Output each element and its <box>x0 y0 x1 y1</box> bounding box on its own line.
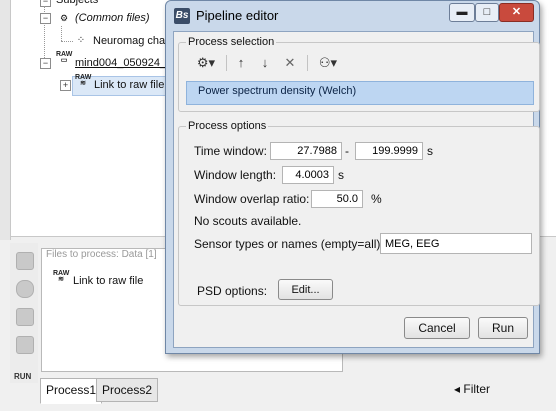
process-selection-label: Process selection <box>186 36 277 48</box>
run-button[interactable]: Run <box>478 317 528 339</box>
matrix-filter-icon[interactable] <box>16 336 34 354</box>
tree-expander-common[interactable]: − <box>40 13 51 24</box>
add-process-gear-icon[interactable]: ⚙▾ <box>193 52 219 74</box>
psd-edit-button[interactable]: Edit... <box>278 279 333 300</box>
tree-item-subject-folder[interactable]: mind004_050924_r <box>75 54 170 72</box>
tab-process1[interactable]: Process1 <box>40 378 103 404</box>
process-toolbar: ⚙▾ ↑ ↓ ✕ ⚇▾ <box>193 52 533 76</box>
psd-options-label: PSD options: <box>197 284 268 298</box>
tree-expander-raw[interactable]: + <box>60 80 71 91</box>
move-down-icon[interactable]: ↓ <box>257 52 273 74</box>
time-window-dash: - <box>345 144 349 158</box>
tree-expander-root[interactable]: − <box>40 0 51 7</box>
tree-item-common-files[interactable]: (Common files) <box>75 9 150 27</box>
dialog-title: Pipeline editor <box>196 8 279 23</box>
timefreq-filter-icon[interactable] <box>16 308 34 326</box>
move-up-icon[interactable]: ↑ <box>233 52 249 74</box>
overlap-unit: % <box>371 192 382 206</box>
filter-label: Filter <box>463 382 491 396</box>
toolbar-separator <box>226 55 227 71</box>
folder-common-icon: ⚙ <box>59 13 69 23</box>
delete-process-icon[interactable]: ✕ <box>282 52 298 74</box>
toolbar-separator <box>307 55 308 71</box>
data-filter-icon[interactable] <box>16 252 34 270</box>
window-length-unit: s <box>338 168 344 182</box>
pipeline-tree-icon[interactable]: ⚇▾ <box>315 52 341 74</box>
process-item-psd-welch[interactable]: Power spectrum density (Welch) <box>198 85 356 97</box>
dialog-titlebar[interactable]: Bs Pipeline editor ▬ □ ✕ <box>166 1 539 31</box>
tree-item-raw-link[interactable]: Link to raw file <box>94 76 164 94</box>
raw-folder-icon: RAW ▭ <box>56 51 73 64</box>
files-item-raw-link[interactable]: Link to raw file <box>73 275 143 287</box>
tree-root-label[interactable]: Subjects <box>56 0 98 9</box>
window-length-input[interactable] <box>282 166 334 184</box>
sensor-types-label: Sensor types or names (empty=all): <box>194 237 384 251</box>
scouts-status-text: No scouts available. <box>194 214 302 228</box>
brainstorm-app-icon: Bs <box>174 8 190 24</box>
filter-button[interactable]: ◂ Filter <box>454 382 490 396</box>
window-length-label: Window length: <box>194 168 277 182</box>
maximize-button[interactable]: □ <box>475 3 499 22</box>
sensor-types-input[interactable] <box>380 233 532 254</box>
overlap-input[interactable] <box>311 190 363 208</box>
cancel-button[interactable]: Cancel <box>404 317 470 339</box>
tree-connector <box>61 26 62 41</box>
overlap-label: Window overlap ratio: <box>194 192 310 206</box>
raw-link-icon: RAW ≋ <box>75 74 92 87</box>
tree-item-channels[interactable]: Neuromag chan <box>93 32 171 50</box>
close-button[interactable]: ✕ <box>499 3 534 22</box>
time-window-end-input[interactable] <box>355 142 423 160</box>
tab-process2[interactable]: Process2 <box>96 378 159 402</box>
run-button[interactable]: RUN <box>14 372 31 381</box>
time-window-start-input[interactable] <box>270 142 342 160</box>
raw-link-icon: RAW ≋ <box>53 270 70 283</box>
channel-file-icon: ⁘ <box>76 35 86 46</box>
time-window-unit: s <box>427 144 433 158</box>
sources-filter-icon[interactable] <box>16 280 34 298</box>
process-options-label: Process options <box>186 120 269 132</box>
files-to-process-title: Files to process: Data [1] <box>46 249 157 260</box>
minimize-button[interactable]: ▬ <box>449 3 475 22</box>
time-window-label: Time window: <box>194 144 267 158</box>
tree-connector <box>61 41 73 42</box>
tree-expander-subject[interactable]: − <box>40 58 51 69</box>
